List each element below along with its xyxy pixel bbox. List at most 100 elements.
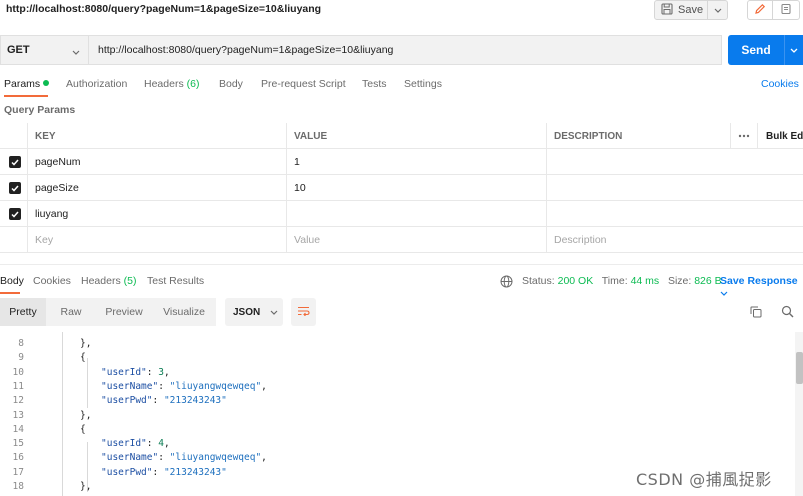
copy-icon[interactable] [750,306,762,321]
view-raw[interactable]: Raw [46,298,96,326]
code-text: "userPwd": "213243243" [101,395,227,407]
method-select[interactable]: GET [0,35,88,65]
view-visualize[interactable]: Visualize [152,298,216,326]
tab-headers-count: (6) [186,78,200,90]
tab-prerequest-script[interactable]: Pre-request Script [261,78,346,90]
row-checkbox-cell[interactable] [0,175,27,201]
bulk-edit-link[interactable]: Bulk Edit [757,123,803,149]
line-number: 13 [12,409,24,421]
size-value[interactable]: 826 B [694,275,721,287]
code-line: 10 "userId": 3, [0,367,795,381]
save-button[interactable]: Save [654,0,728,20]
active-tab-indicator [4,95,48,97]
response-meta: Status: 200 OK Time: 44 ms Size: 826 B [522,275,722,287]
view-pretty[interactable]: Pretty [0,298,46,326]
format-select[interactable]: JSON [225,298,283,326]
json-value: 4 [158,438,164,450]
checkbox-checked-icon[interactable] [9,208,21,220]
search-icon[interactable] [781,305,794,321]
code-text: { [80,352,86,364]
line-number: 8 [18,338,24,349]
status-value[interactable]: 200 OK [558,275,594,287]
json-key: "userName" [101,380,159,392]
scrollbar-thumb[interactable] [796,352,803,384]
param-description-cell[interactable] [546,149,730,175]
new-description-input[interactable]: Description [546,227,730,253]
checkbox-checked-icon[interactable] [9,156,21,168]
row-checkbox-cell[interactable] [0,201,27,227]
param-value-cell[interactable]: 10 [286,175,546,201]
line-number: 17 [12,466,24,478]
json-key: "userPwd" [101,466,153,478]
status-label: Status: [522,275,555,287]
pane-divider[interactable] [0,264,803,265]
tab-authorization[interactable]: Authorization [66,78,127,90]
edit-button[interactable] [747,0,773,20]
json-value: 3 [158,366,164,378]
save-dropdown-chevron-icon[interactable] [707,1,727,19]
code-line: 13}, [0,410,795,424]
tab-tests[interactable]: Tests [362,78,387,90]
row-checkbox-cell[interactable] [0,149,27,175]
row-checkbox-cell [0,227,27,253]
request-title[interactable]: http://localhost:8080/query?pageNum=1&pa… [6,3,321,15]
time-value[interactable]: 44 ms [631,275,660,287]
code-text: "userName": "liuyangwqewqeq", [101,452,267,464]
table-row: pageSize 10 [0,175,803,201]
param-key-cell[interactable]: pageNum [27,149,286,175]
documentation-button[interactable] [772,0,800,20]
line-number: 9 [18,352,24,364]
param-description-cell[interactable] [546,175,730,201]
save-response-label: Save Response [720,275,798,287]
param-value-cell[interactable]: 1 [286,149,546,175]
save-icon [661,2,673,18]
title-bar: http://localhost:8080/query?pageNum=1&pa… [0,0,803,22]
line-number: 11 [12,380,24,392]
new-value-input[interactable]: Value [286,227,546,253]
param-value-cell[interactable] [286,201,546,227]
wrap-lines-button[interactable] [291,298,316,326]
response-tab-body[interactable]: Body [0,275,24,287]
response-tab-cookies[interactable]: Cookies [33,275,71,287]
response-headers-count: (5) [123,275,137,287]
tab-settings[interactable]: Settings [404,78,442,90]
line-number: 10 [12,366,24,378]
param-key-cell[interactable]: pageSize [27,175,286,201]
code-text: }, [80,481,92,492]
code-line: 14 { [0,424,795,438]
response-tab-headers[interactable]: Headers (5) [81,275,136,287]
response-tab-test-results[interactable]: Test Results [147,275,204,287]
code-line: 15 "userId": 4, [0,438,795,452]
wrap-lines-icon [297,306,310,319]
tab-body[interactable]: Body [219,78,243,90]
param-key-cell[interactable]: liuyang [27,201,286,227]
url-input[interactable]: http://localhost:8080/query?pageNum=1&pa… [88,35,722,65]
table-row-new: Key Value Description [0,227,803,253]
tab-headers[interactable]: Headers (6) [144,78,199,90]
send-button[interactable]: Send [728,35,784,65]
cookies-link[interactable]: Cookies [761,78,799,90]
chevron-down-icon [72,46,80,58]
send-options-button[interactable] [784,35,803,65]
document-icon [780,3,792,18]
globe-icon[interactable] [500,275,513,291]
code-line: 8}, [0,338,795,352]
code-text: }, [80,409,92,421]
checkbox-checked-icon[interactable] [9,182,21,194]
new-key-input[interactable]: Key [27,227,286,253]
line-number: 14 [12,423,24,435]
json-value: "liuyangwqewqeq" [169,380,262,392]
header-description: DESCRIPTION [546,123,730,149]
code-text: "userId": 3, [101,366,170,378]
chevron-down-icon [270,307,278,318]
json-key: "userId" [101,366,147,378]
save-response-button[interactable]: Save Response [720,275,803,299]
param-description-cell[interactable] [546,201,730,227]
chevron-down-icon [790,44,798,56]
table-row: pageNum 1 [0,149,803,175]
more-options-icon[interactable] [730,123,757,149]
view-preview[interactable]: Preview [96,298,152,326]
code-line: 16 "userName": "liuyangwqewqeq", [0,452,795,466]
tab-params[interactable]: Params [4,78,50,90]
line-number: 12 [12,395,24,407]
